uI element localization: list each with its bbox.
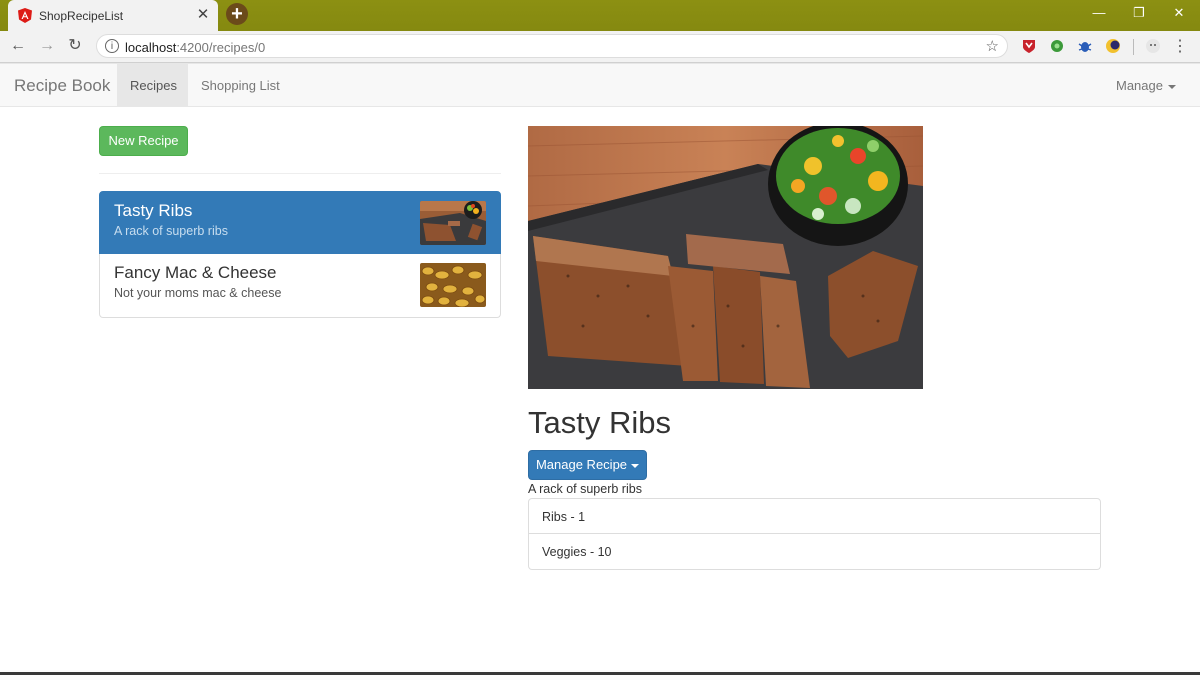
recipe-detail-title: Tasty Ribs xyxy=(528,405,671,440)
manage-recipe-label: Manage Recipe xyxy=(535,457,628,472)
url-path: :4200/recipes/0 xyxy=(176,40,266,55)
ingredient-item: Ribs - 1 xyxy=(528,498,1101,534)
forward-icon[interactable]: → xyxy=(37,36,57,56)
tab-close-icon[interactable]: ✕ xyxy=(194,6,212,24)
recipe-item-title: Tasty Ribs xyxy=(114,201,193,220)
angular-logo-icon xyxy=(18,8,32,23)
yellow-moon-icon[interactable] xyxy=(1105,38,1121,54)
nav-manage-label: Manage xyxy=(1116,78,1163,93)
nav-manage-dropdown[interactable]: Manage xyxy=(1116,78,1176,93)
url-text: localhost:4200/recipes/0 xyxy=(125,40,265,55)
red-shield-icon[interactable] xyxy=(1021,38,1037,54)
ingredient-text: Veggies - 10 xyxy=(542,545,612,559)
recipe-detail-image xyxy=(528,126,923,389)
caret-down-icon xyxy=(631,463,640,468)
manage-recipe-button[interactable]: Manage Recipe xyxy=(528,450,647,480)
restore-icon[interactable]: ❐ xyxy=(1124,4,1154,22)
address-bar[interactable]: i localhost:4200/recipes/0 ☆ xyxy=(96,34,1008,58)
browser-toolbar: ← → ↻ i localhost:4200/recipes/0 ☆ ⋮ xyxy=(0,31,1200,63)
recipe-item-title: Fancy Mac & Cheese xyxy=(114,263,277,282)
tab-title: ShopRecipeList xyxy=(39,9,124,23)
recipe-thumbnail-ribs xyxy=(420,201,486,245)
caret-down-icon xyxy=(1167,84,1176,89)
green-gear-icon[interactable] xyxy=(1049,38,1065,54)
nav-recipes-label: Recipes xyxy=(130,78,177,93)
brand-link[interactable]: Recipe Book xyxy=(14,76,110,96)
browser-titlebar: ShopRecipeList ✕ + — ❐ ✕ xyxy=(0,0,1200,31)
reload-icon[interactable]: ↻ xyxy=(65,36,85,56)
divider xyxy=(99,173,501,174)
url-host: localhost xyxy=(125,40,177,55)
recipe-item-tasty-ribs[interactable]: Tasty Ribs A rack of superb ribs xyxy=(99,191,501,254)
recipe-thumbnail-mac-cheese xyxy=(420,263,486,307)
ingredient-text: Ribs - 1 xyxy=(542,510,586,524)
ingredient-list: Ribs - 1 Veggies - 10 xyxy=(528,498,1101,570)
app-navbar: Recipe Book Recipes Shopping List Manage xyxy=(0,63,1200,107)
bookmark-star-icon[interactable]: ☆ xyxy=(986,37,999,55)
blue-bug-icon[interactable] xyxy=(1077,38,1093,54)
window-close-icon[interactable]: ✕ xyxy=(1164,4,1194,22)
recipe-item-mac-cheese[interactable]: Fancy Mac & Cheese Not your moms mac & c… xyxy=(99,254,501,318)
nav-shopping-list[interactable]: Shopping List xyxy=(201,78,280,93)
recipe-item-description: Not your moms mac & cheese xyxy=(114,286,282,300)
new-recipe-button[interactable]: New Recipe xyxy=(99,126,188,156)
back-icon[interactable]: ← xyxy=(8,36,28,56)
nav-recipes[interactable]: Recipes xyxy=(117,64,188,107)
browser-menu-icon[interactable]: ⋮ xyxy=(1172,36,1188,56)
minimize-icon[interactable]: — xyxy=(1084,4,1114,22)
browser-tab[interactable]: ShopRecipeList ✕ xyxy=(8,0,218,31)
toolbar-separator xyxy=(1133,39,1134,55)
recipe-item-description: A rack of superb ribs xyxy=(114,224,228,238)
ingredient-item: Veggies - 10 xyxy=(528,534,1101,570)
new-tab-button[interactable]: + xyxy=(226,3,248,25)
info-icon[interactable]: i xyxy=(105,39,119,53)
grey-face-icon[interactable] xyxy=(1145,38,1161,54)
recipe-detail-description: A rack of superb ribs xyxy=(528,482,642,496)
recipe-list: Tasty Ribs A rack of superb ribs Fancy M… xyxy=(99,191,501,318)
